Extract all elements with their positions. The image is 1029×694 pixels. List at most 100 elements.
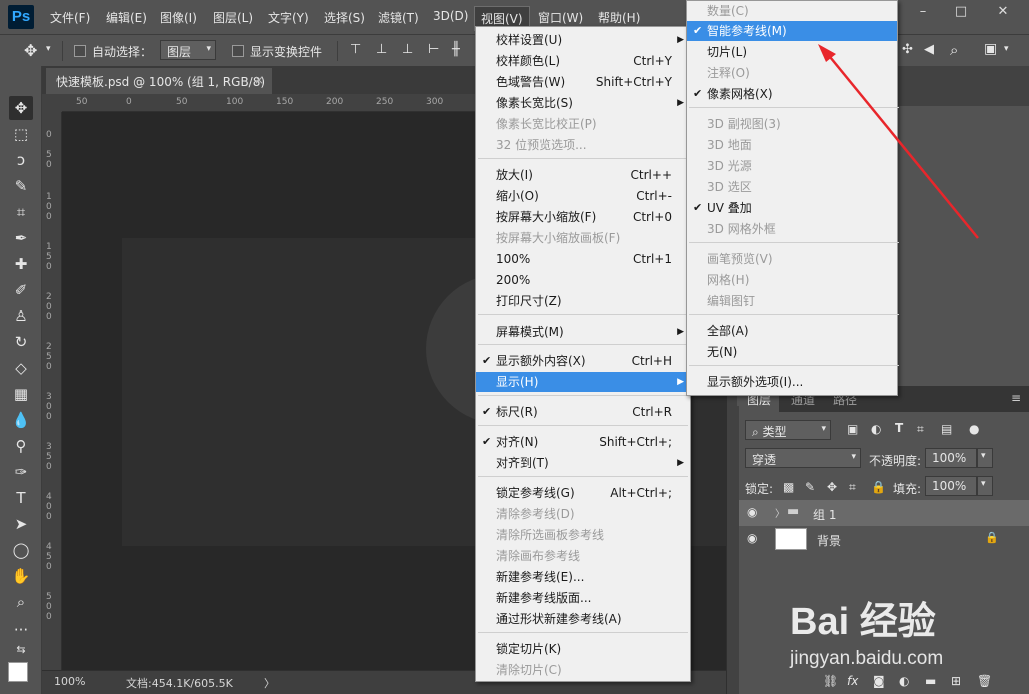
visibility-eye-icon[interactable]: ◉ — [747, 505, 757, 519]
ellipse-tool-icon[interactable]: ◯ — [9, 538, 33, 562]
menu-item-screen-mode[interactable]: 屏幕模式(M) ▶ — [476, 322, 690, 342]
menu-item-lock-guides[interactable]: 锁定参考线(G) Alt+Ctrl+; — [476, 483, 690, 503]
type-tool-icon[interactable]: T — [9, 486, 33, 510]
eraser-tool-icon[interactable]: ◇ — [9, 356, 33, 380]
adjustment-layer-icon[interactable]: ◐ — [899, 674, 909, 688]
crop-tool-icon[interactable]: ⌗ — [9, 200, 33, 224]
fill-field[interactable]: 100% — [925, 476, 977, 496]
status-menu-arrow-icon[interactable]: 〉 — [264, 675, 275, 691]
menu-item-fit-screen[interactable]: 按屏幕大小缩放(F) Ctrl+0 — [476, 207, 690, 227]
lock-position-icon[interactable]: ✥ — [827, 480, 837, 494]
fx-icon[interactable]: fx — [847, 674, 858, 688]
move-tool-icon[interactable]: ✥ — [9, 96, 33, 120]
filter-type-icon[interactable]: T — [895, 421, 903, 435]
blend-mode-dropdown[interactable]: 穿透 ▾ — [745, 448, 861, 468]
layer-row-background[interactable]: ◉ 背景 🔒 — [739, 526, 1029, 552]
blur-tool-icon[interactable]: 💧 — [9, 408, 33, 432]
menu-filter[interactable]: 滤镜(T) — [378, 9, 419, 26]
gradient-tool-icon[interactable]: ▦ — [9, 382, 33, 406]
filter-shape-icon[interactable]: ⌗ — [917, 422, 924, 437]
menu-item-snap[interactable]: ✔ 对齐(N) Shift+Ctrl+; — [476, 432, 690, 452]
submenu-item-none[interactable]: 无(N) — [687, 342, 897, 362]
new-layer-icon[interactable]: ⊞ — [951, 674, 961, 688]
lock-artboard-icon[interactable]: ⌗ — [849, 480, 856, 495]
menu-type[interactable]: 文字(Y) — [268, 9, 309, 26]
hand-tool-icon[interactable]: ✋ — [9, 564, 33, 588]
layer-name[interactable]: 背景 — [817, 532, 841, 549]
menu-item-extras[interactable]: ✔ 显示额外内容(X) Ctrl+H — [476, 351, 690, 371]
align-vcenter-icon[interactable]: ⊥ — [376, 42, 387, 57]
menu-item-lock-slices[interactable]: 锁定切片(K) — [476, 639, 690, 659]
eyedropper-tool-icon[interactable]: ✒ — [9, 226, 33, 250]
menu-item-gamut-warning[interactable]: 色域警告(W) Shift+Ctrl+Y — [476, 72, 690, 92]
menu-edit[interactable]: 编辑(E) — [106, 9, 147, 26]
layer-row-group[interactable]: ◉ 〉 ▬ 组 1 — [739, 500, 1029, 526]
submenu-item-slices[interactable]: 切片(L) — [687, 42, 897, 62]
align-hcenter-icon[interactable]: ╫ — [452, 42, 460, 57]
submenu-item-smart-guides[interactable]: ✔ 智能参考线(M) — [687, 21, 897, 41]
close-window-button[interactable]: ✕ — [986, 3, 1020, 21]
minimize-button[interactable]: – — [906, 3, 940, 21]
tool-preset-chevron-icon[interactable]: ▾ — [46, 44, 51, 54]
menu-item-proof-setup[interactable]: 校样设置(U) ▶ — [476, 30, 690, 50]
workspace-chevron-icon[interactable]: ▾ — [1004, 44, 1009, 54]
lasso-tool-icon[interactable]: ↄ — [9, 148, 33, 172]
align-bottom-icon[interactable]: ⊥ — [402, 42, 413, 57]
expand-chevron-icon[interactable]: 〉 — [775, 505, 785, 520]
vertical-ruler[interactable]: 0 5 0 1 0 0 1 5 0 2 0 0 2 5 0 3 0 0 3 5 … — [42, 112, 62, 670]
menu-item-zoom-in[interactable]: 放大(I) Ctrl++ — [476, 165, 690, 185]
submenu-item-all[interactable]: 全部(A) — [687, 321, 897, 341]
auto-select-target-dropdown[interactable]: 图层 ▾ — [160, 40, 216, 60]
opacity-field[interactable]: 100% — [925, 448, 977, 468]
layer-name[interactable]: 组 1 — [813, 506, 836, 523]
dodge-tool-icon[interactable]: ⚲ — [9, 434, 33, 458]
menu-image[interactable]: 图像(I) — [160, 9, 197, 26]
menu-select[interactable]: 选择(S) — [324, 9, 365, 26]
menu-item-show[interactable]: 显示(H) ▶ — [476, 372, 690, 392]
visibility-eye-icon[interactable]: ◉ — [747, 531, 757, 545]
align-top-icon[interactable]: ⊤ — [350, 42, 361, 57]
submenu-item-show-extras-options[interactable]: 显示额外选项(I)... — [687, 372, 897, 392]
menu-file[interactable]: 文件(F) — [50, 9, 90, 26]
menu-item-100-percent[interactable]: 100% Ctrl+1 — [476, 249, 690, 269]
marquee-tool-icon[interactable]: ⬚ — [9, 122, 33, 146]
workspace-icon[interactable]: ▣ — [984, 41, 997, 57]
lock-transparent-icon[interactable]: ▩ — [783, 480, 794, 494]
filter-adjustment-icon[interactable]: ◐ — [871, 422, 881, 436]
filter-smart-object-icon[interactable]: ▤ — [941, 422, 952, 436]
history-brush-tool-icon[interactable]: ↻ — [9, 330, 33, 354]
new-group-icon[interactable]: ▬ — [925, 674, 936, 688]
menu-item-proof-colors[interactable]: 校样颜色(L) Ctrl+Y — [476, 51, 690, 71]
menu-item-pixel-aspect-ratio[interactable]: 像素长宽比(S) ▶ — [476, 93, 690, 113]
stamp-tool-icon[interactable]: ♙ — [9, 304, 33, 328]
menu-item-new-guide[interactable]: 新建参考线(E)... — [476, 567, 690, 587]
healing-brush-tool-icon[interactable]: ✚ — [9, 252, 33, 276]
filter-pixel-icon[interactable]: ▣ — [847, 422, 858, 436]
quick-select-tool-icon[interactable]: ✎ — [9, 174, 33, 198]
submenu-item-uv-overlay[interactable]: ✔ UV 叠加 — [687, 198, 897, 218]
zoom-tool-icon[interactable]: ⌕ — [9, 590, 33, 614]
opacity-dropdown-button[interactable]: ▾ — [977, 448, 993, 468]
menu-item-zoom-out[interactable]: 缩小(O) Ctrl+- — [476, 186, 690, 206]
trash-icon[interactable]: 🗑 — [977, 674, 992, 688]
brush-tool-icon[interactable]: ✐ — [9, 278, 33, 302]
close-tab-icon[interactable]: × — [254, 73, 264, 87]
menu-item-snap-to[interactable]: 对齐到(T) ▶ — [476, 453, 690, 473]
menu-window[interactable]: 窗口(W) — [538, 9, 583, 26]
menu-item-guides-from-shape[interactable]: 通过形状新建参考线(A) — [476, 609, 690, 629]
3d-camera-icon[interactable]: ◀ — [924, 42, 934, 57]
menu-item-rulers[interactable]: ✔ 标尺(R) Ctrl+R — [476, 402, 690, 422]
panel-menu-icon[interactable]: ≡ — [1011, 391, 1021, 405]
menu-item-new-guide-layout[interactable]: 新建参考线版面... — [476, 588, 690, 608]
menu-item-print-size[interactable]: 打印尺寸(Z) — [476, 291, 690, 311]
layer-filter-dropdown[interactable]: ⌕ 类型 ▾ — [745, 420, 831, 440]
fill-dropdown-button[interactable]: ▾ — [977, 476, 993, 496]
lock-pixels-icon[interactable]: ✎ — [805, 480, 815, 494]
show-transform-checkbox[interactable] — [232, 45, 244, 57]
maximize-button[interactable]: □ — [944, 3, 978, 21]
path-select-tool-icon[interactable]: ➤ — [9, 512, 33, 536]
submenu-item-pixel-grid[interactable]: ✔ 像素网格(X) — [687, 84, 897, 104]
auto-select-checkbox[interactable] — [74, 45, 86, 57]
lock-all-icon[interactable]: 🔒 — [871, 480, 886, 494]
filter-toggle-icon[interactable]: ● — [969, 422, 979, 436]
